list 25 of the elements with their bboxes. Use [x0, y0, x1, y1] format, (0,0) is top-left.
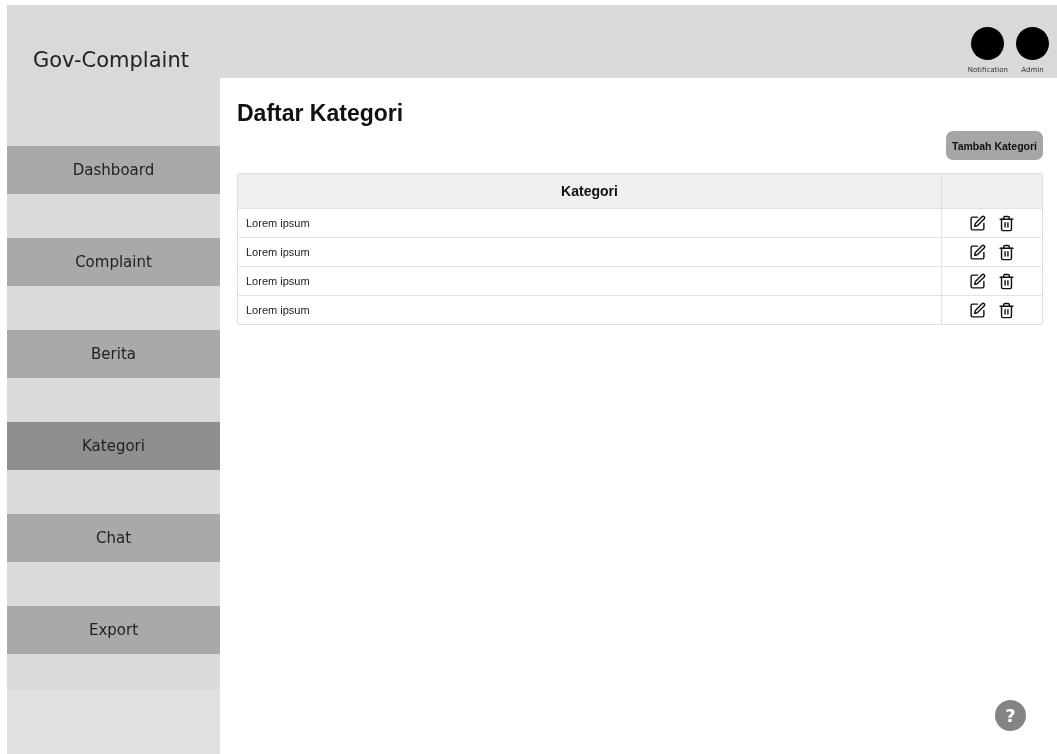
sidebar-item[interactable]: Dashboard	[7, 146, 220, 194]
help-button[interactable]: ?	[995, 700, 1026, 731]
app-logo: Gov-Complaint	[33, 48, 189, 72]
edit-icon[interactable]	[969, 301, 986, 319]
sidebar-item[interactable]: Chat	[7, 514, 220, 562]
edit-icon[interactable]	[969, 243, 986, 261]
sidebar-item[interactable]: Export	[7, 606, 220, 654]
trash-icon[interactable]	[998, 243, 1015, 261]
table-cell-text: Lorem ipsum	[245, 303, 311, 318]
edit-icon[interactable]	[969, 214, 986, 232]
trash-icon[interactable]	[998, 214, 1015, 232]
sidebar-item[interactable]: Kategori	[7, 422, 220, 470]
sidebar-item[interactable]: Berita	[7, 330, 220, 378]
sidebar-item[interactable]: Complaint	[7, 238, 220, 286]
edit-icon[interactable]	[969, 272, 986, 290]
column-header: Kategori	[560, 182, 619, 201]
table-cell-text: Lorem ipsum	[245, 274, 311, 289]
avatar-circle[interactable]	[1016, 27, 1049, 60]
avatar-circle[interactable]	[971, 27, 1005, 60]
table-cell-text: Lorem ipsum	[245, 216, 311, 231]
trash-icon[interactable]	[998, 301, 1015, 319]
trash-icon[interactable]	[998, 272, 1015, 290]
add-category-button[interactable]: Tambah Kategori	[946, 131, 1043, 160]
page-title: Daftar Kategori	[237, 100, 405, 127]
table-cell-text: Lorem ipsum	[245, 245, 311, 260]
